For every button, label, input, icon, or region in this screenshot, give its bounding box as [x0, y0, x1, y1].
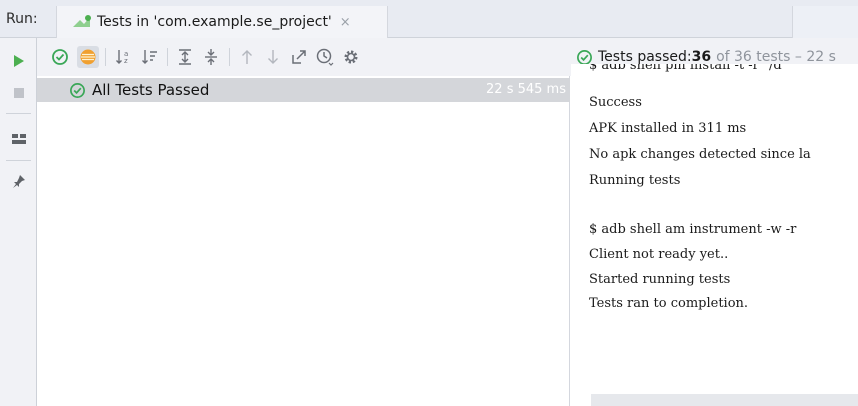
export-icon[interactable] [288, 46, 310, 68]
console-line: Success [589, 95, 642, 110]
android-test-icon [71, 13, 93, 31]
console-line: $ adb shell am instrument -w -r [589, 222, 797, 237]
test-toolbar: az [37, 38, 570, 76]
tree-row-duration: 22 s 545 ms [486, 82, 566, 97]
close-icon[interactable]: × [340, 15, 351, 30]
check-circle-icon[interactable] [49, 46, 71, 68]
collapse-all-icon[interactable] [200, 46, 222, 68]
pin-icon[interactable] [8, 170, 29, 191]
header-filler [792, 6, 858, 38]
status-prefix: Tests passed: [598, 49, 692, 65]
run-label: Run: [6, 11, 38, 27]
play-icon[interactable] [8, 50, 29, 71]
arrow-up-icon[interactable] [236, 46, 258, 68]
arrow-down-icon[interactable] [262, 46, 284, 68]
console-line: No apk changes detected since la [589, 147, 811, 162]
tab-label: Tests in 'com.example.se_project' [97, 14, 332, 30]
console-line: APK installed in 311 ms [589, 121, 747, 136]
console-line: $ adb shell pm install -t -r "/d [589, 64, 782, 73]
divider [6, 160, 31, 161]
horizontal-scrollbar[interactable] [591, 394, 858, 406]
check-circle-icon [576, 49, 593, 66]
check-circle-icon [69, 82, 86, 99]
divider [229, 48, 230, 66]
console-output[interactable]: $ adb shell pm install -t -r "/d Success… [571, 64, 858, 406]
ignored-icon[interactable] [77, 46, 99, 68]
sort-duration-icon[interactable] [139, 46, 161, 68]
tree-row-label: All Tests Passed [92, 81, 210, 99]
layout-icon[interactable] [8, 128, 29, 149]
divider [167, 48, 168, 66]
svg-text:z: z [124, 57, 128, 65]
clock-icon[interactable] [314, 46, 336, 68]
gear-icon[interactable] [340, 46, 362, 68]
status-passed-count: 36 [691, 49, 712, 65]
sort-alpha-icon[interactable]: az [113, 46, 135, 68]
run-tool-header: Run: Tests in 'com.example.se_project' × [0, 0, 858, 38]
tree-row-all-tests[interactable]: All Tests Passed 22 s 545 ms [37, 78, 570, 102]
console-line: Client not ready yet.. [589, 247, 729, 262]
divider [6, 113, 31, 114]
left-toolbar [0, 38, 37, 406]
expand-all-icon[interactable] [174, 46, 196, 68]
status-suffix: of 36 tests – 22 s [716, 49, 836, 65]
test-tree: All Tests Passed 22 s 545 ms [37, 76, 570, 406]
console-line: Started running tests [589, 272, 731, 287]
stop-icon[interactable] [8, 82, 29, 103]
console-line: Running tests [589, 173, 681, 188]
console-line: Tests ran to completion. [589, 296, 749, 311]
tab-tests[interactable]: Tests in 'com.example.se_project' × [56, 6, 388, 38]
divider [105, 48, 106, 66]
